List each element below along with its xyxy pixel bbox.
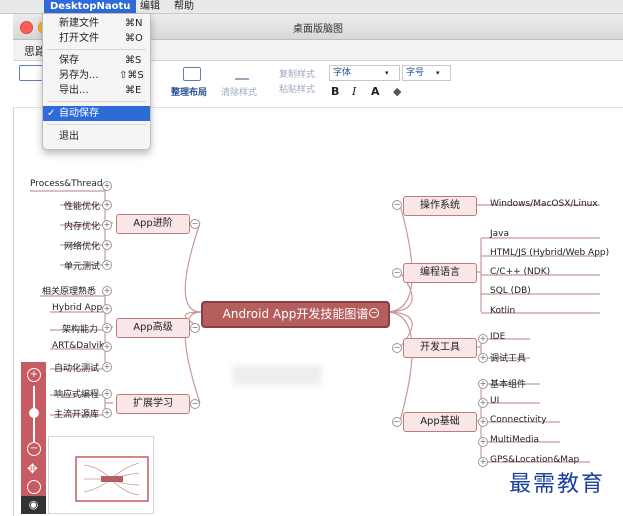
branch-app-basics[interactable]: App基础 [403,412,477,432]
zoom-out-icon[interactable]: − [27,442,41,456]
leaf-kotlin[interactable]: Kotlin [490,306,515,316]
zoom-in-icon[interactable]: + [27,368,41,382]
branch-app-senior[interactable]: App高级 [116,318,190,338]
leaf-ui[interactable]: UI [490,396,499,406]
zoom-panel: + − ✥ ◉ [21,362,46,514]
collapse-toggle-icon[interactable]: − [369,308,379,318]
move-icon[interactable]: ✥ [27,462,38,477]
leaf-architecture[interactable]: 架构能力 [62,322,98,335]
minimap[interactable] [48,436,154,514]
collapse-toggle-icon[interactable]: − [392,200,402,210]
collapse-toggle-icon[interactable]: − [392,268,402,278]
expand-toggle-icon[interactable]: + [102,304,112,314]
expand-toggle-icon[interactable]: + [102,220,112,230]
expand-toggle-icon[interactable]: + [102,181,112,191]
expand-toggle-icon[interactable]: + [102,200,112,210]
branch-os[interactable]: 操作系统 [403,196,477,216]
branch-extended-learning[interactable]: 扩展学习 [116,394,190,414]
expand-toggle-icon[interactable]: + [102,240,112,250]
collapse-toggle-icon[interactable]: − [392,417,402,427]
expand-toggle-icon[interactable]: + [102,260,112,270]
expand-toggle-icon[interactable]: + [478,379,488,389]
leaf-open-source[interactable]: 主流开源库 [54,407,99,420]
menu-separator [47,49,146,50]
file-menu-dropdown: 新建文件 ⌘N 打开文件 ⌘O 保存 ⌘S 另存为... ⇧⌘S 导出... ⌘E ✓ 自动… [42,13,151,150]
checkmark-icon: ✓ [47,108,56,119]
branch-languages[interactable]: 编程语言 [403,263,477,283]
leaf-basic-components[interactable]: 基本组件 [490,377,526,390]
menu-item-save-as[interactable]: 另存为... ⇧⌘S [43,68,150,83]
blurred-area [232,365,322,385]
leaf-gps-location-map[interactable]: GPS&Location&Map [490,455,579,465]
leaf-c-cpp[interactable]: C/C++ (NDK) [490,267,550,277]
collapse-toggle-icon[interactable]: − [190,399,200,409]
expand-toggle-icon[interactable]: + [102,389,112,399]
locate-icon[interactable] [27,480,41,494]
menu-item-export[interactable]: 导出... ⌘E [43,83,150,98]
expand-toggle-icon[interactable]: + [102,408,112,418]
menu-item-save[interactable]: 保存 ⌘S [43,53,150,68]
expand-toggle-icon[interactable]: + [478,353,488,363]
leaf-process-thread[interactable]: Process&Thread [30,179,103,189]
expand-toggle-icon[interactable]: + [478,334,488,344]
leaf-sql[interactable]: SQL (DB) [490,286,531,296]
watermark: 最需教育 [495,468,619,502]
leaf-unit-test[interactable]: 单元测试 [64,259,100,272]
central-topic[interactable]: Android App开发技能图谱 [201,301,390,328]
leaf-network[interactable]: 网络优化 [64,239,100,252]
expand-toggle-icon[interactable]: + [102,342,112,352]
collapse-toggle-icon[interactable]: − [392,343,402,353]
leaf-html-js[interactable]: HTML/JS (Hybrid/Web App) [490,248,609,258]
leaf-ide[interactable]: IDE [490,332,505,342]
menu-separator [47,124,146,125]
menu-item-autosave[interactable]: ✓ 自动保存 [43,106,150,121]
expand-toggle-icon[interactable]: + [478,398,488,408]
expand-toggle-icon[interactable]: + [478,437,488,447]
branch-dev-tools[interactable]: 开发工具 [403,338,477,358]
collapse-toggle-icon[interactable]: − [190,219,200,229]
branch-app-advanced[interactable]: App进阶 [116,214,190,234]
menu-item-open-file[interactable]: 打开文件 ⌘O [43,31,150,46]
menu-item-new-file[interactable]: 新建文件 ⌘N [43,16,150,31]
leaf-reactive[interactable]: 响应式编程 [54,387,99,400]
expand-toggle-icon[interactable]: + [478,417,488,427]
leaf-hybrid-app[interactable]: Hybrid App [52,303,102,313]
zoom-slider-handle[interactable] [29,408,39,418]
leaf-auto-test[interactable]: 自动化测试 [54,361,99,374]
leaf-performance[interactable]: 性能优化 [64,199,100,212]
leaf-memory[interactable]: 内存优化 [64,219,100,232]
leaf-principles[interactable]: 相关原理熟悉 [42,284,96,297]
expand-toggle-icon[interactable]: + [478,457,488,467]
eye-icon[interactable]: ◉ [21,496,46,514]
expand-toggle-icon[interactable]: + [102,362,112,372]
leaf-multimedia[interactable]: MultiMedia [490,435,539,445]
leaf-connectivity[interactable]: Connectivity [490,415,546,425]
leaf-java[interactable]: Java [490,229,509,239]
leaf-windows-mac-linux[interactable]: Windows/MacOSX/Linux [490,199,598,209]
collapse-toggle-icon[interactable]: − [190,323,200,333]
expand-toggle-icon[interactable]: + [102,323,112,333]
expand-toggle-icon[interactable]: + [102,286,112,296]
leaf-art-dalvik[interactable]: ART&Dalvik [52,341,104,351]
leaf-debug-tools[interactable]: 调试工具 [490,351,526,364]
menu-item-quit[interactable]: 退出 [43,129,150,144]
menu-separator [47,101,146,102]
